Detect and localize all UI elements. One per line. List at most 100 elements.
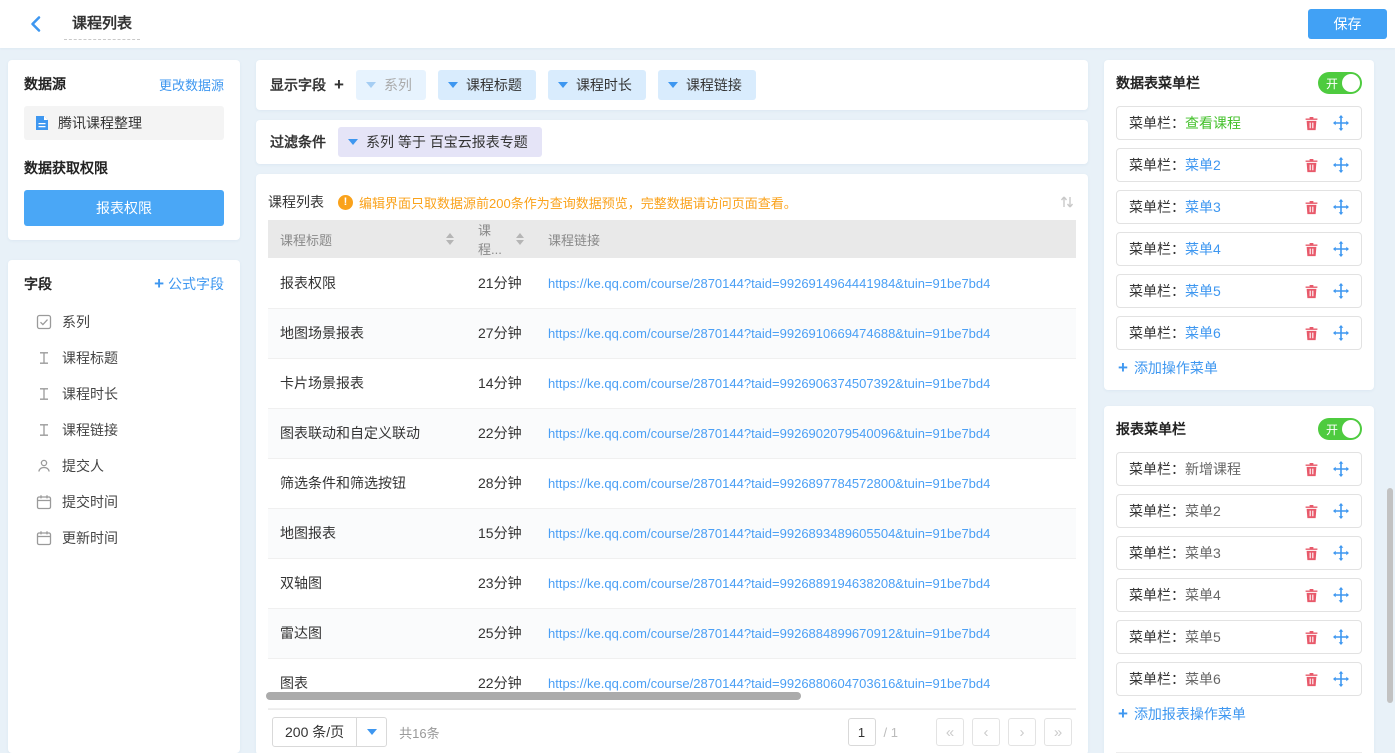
menu-item[interactable]: 菜单栏：菜单4 [1116,232,1362,266]
trash-icon[interactable] [1304,116,1319,131]
menu-item-value[interactable]: 菜单5 [1185,281,1221,301]
trash-icon[interactable] [1304,326,1319,341]
trash-icon[interactable] [1304,200,1319,215]
move-icon[interactable] [1333,503,1349,519]
move-icon[interactable] [1333,461,1349,477]
move-icon[interactable] [1333,545,1349,561]
sort-arrows-icon[interactable] [446,233,454,245]
menu-item-value[interactable]: 菜单6 [1185,323,1221,343]
menu-item-value[interactable]: 菜单6 [1185,669,1221,689]
course-link[interactable]: https://ke.qq.com/course/2870144?taid=99… [548,326,990,341]
move-icon[interactable] [1333,241,1349,257]
trash-icon[interactable] [1304,630,1319,645]
page-size-select[interactable]: 200 条/页 [272,717,387,747]
menu-item-value[interactable]: 查看课程 [1185,113,1241,133]
table-title: 课程列表 [268,192,324,212]
first-page-button[interactable]: « [936,718,964,746]
trash-icon[interactable] [1304,504,1319,519]
menu-item-value[interactable]: 菜单2 [1185,501,1221,521]
menu-item-value[interactable]: 菜单5 [1185,627,1221,647]
sort-tool-icon[interactable] [1058,193,1076,211]
prev-page-button[interactable]: ‹ [972,718,1000,746]
column-header-course-link[interactable]: 课程链接 [536,220,1076,258]
field-item-submit-time[interactable]: 提交时间 [24,484,224,520]
field-item-update-time[interactable]: 更新时间 [24,520,224,556]
datasource-item[interactable]: 腾讯课程整理 [24,106,224,140]
trash-icon[interactable] [1304,672,1319,687]
filter-chip[interactable]: 系列 等于 百宝云报表专题 [338,127,542,157]
menu-item-value[interactable]: 菜单4 [1185,239,1221,259]
course-link[interactable]: https://ke.qq.com/course/2870144?taid=99… [548,426,990,441]
display-chip-series[interactable]: 系列 [356,70,426,100]
trash-icon[interactable] [1304,158,1319,173]
trash-icon[interactable] [1304,242,1319,257]
field-item-course-title[interactable]: 课程标题 [24,340,224,376]
menu-item[interactable]: 菜单栏：菜单4 [1116,578,1362,612]
menu-item[interactable]: 菜单栏：新增课程 [1116,452,1362,486]
menu-item[interactable]: 菜单栏：菜单5 [1116,620,1362,654]
field-item-course-duration[interactable]: 课程时长 [24,376,224,412]
menu-item-value[interactable]: 菜单2 [1185,155,1221,175]
move-icon[interactable] [1333,325,1349,341]
menu-item[interactable]: 菜单栏：菜单3 [1116,536,1362,570]
add-report-menu-link[interactable]: + 添加报表操作菜单 [1118,704,1362,724]
change-datasource-link[interactable]: 更改数据源 [159,75,224,94]
field-item-submitter[interactable]: 提交人 [24,448,224,484]
move-icon[interactable] [1333,671,1349,687]
next-page-button[interactable]: › [1008,718,1036,746]
menu-item-value[interactable]: 菜单3 [1185,543,1221,563]
chevron-down-icon [558,82,568,88]
course-link[interactable]: https://ke.qq.com/course/2870144?taid=99… [548,526,990,541]
sort-arrows-icon[interactable] [516,233,524,245]
back-button[interactable] [22,10,50,38]
course-link[interactable]: https://ke.qq.com/course/2870144?taid=99… [548,476,990,491]
column-header-course-title[interactable]: 课程标题 [268,220,466,258]
trash-icon[interactable] [1304,462,1319,477]
add-data-menu-link[interactable]: + 添加操作菜单 [1118,358,1362,378]
menu-item[interactable]: 菜单栏：菜单6 [1116,662,1362,696]
move-icon[interactable] [1333,283,1349,299]
move-icon[interactable] [1333,199,1349,215]
menu-item[interactable]: 菜单栏：菜单2 [1116,494,1362,528]
add-formula-field-link[interactable]: + 公式字段 [158,274,224,294]
horizontal-scrollbar[interactable] [266,692,801,700]
menu-item[interactable]: 菜单栏：菜单6 [1116,316,1362,350]
menu-item-value[interactable]: 菜单3 [1185,197,1221,217]
trash-icon[interactable] [1304,588,1319,603]
page-number-input[interactable] [848,718,876,746]
report-permission-button[interactable]: 报表权限 [24,190,224,226]
course-link[interactable]: https://ke.qq.com/course/2870144?taid=99… [548,376,990,391]
move-icon[interactable] [1333,157,1349,173]
move-icon[interactable] [1333,587,1349,603]
save-button[interactable]: 保存 [1308,9,1387,39]
course-link[interactable]: https://ke.qq.com/course/2870144?taid=99… [548,626,990,641]
content-area: 数据源 更改数据源 腾讯课程整理 数据获取权限 报表权限 字段 + 公式字段 系… [0,48,1395,753]
vertical-scrollbar[interactable] [1387,488,1393,703]
column-header-course-duration[interactable]: 课程... [466,220,536,258]
report-menu-toggle[interactable]: 开 [1318,418,1362,440]
last-page-button[interactable]: » [1044,718,1072,746]
trash-icon[interactable] [1304,546,1319,561]
course-link[interactable]: https://ke.qq.com/course/2870144?taid=99… [548,676,990,691]
display-chip-course-duration[interactable]: 课程时长 [548,70,646,100]
move-icon[interactable] [1333,115,1349,131]
right-sidebar: 数据表菜单栏 开 菜单栏：查看课程 菜单栏：菜单2 [1104,60,1374,753]
table-row: 雷达图 25分钟 https://ke.qq.com/course/287014… [268,608,1076,658]
field-item-course-link[interactable]: 课程链接 [24,412,224,448]
move-icon[interactable] [1333,629,1349,645]
display-chip-course-link[interactable]: 课程链接 [658,70,756,100]
course-link[interactable]: https://ke.qq.com/course/2870144?taid=99… [548,276,990,291]
display-chip-course-title[interactable]: 课程标题 [438,70,536,100]
add-display-field-button[interactable]: + [334,75,344,95]
menu-item[interactable]: 菜单栏：查看课程 [1116,106,1362,140]
course-link[interactable]: https://ke.qq.com/course/2870144?taid=99… [548,576,990,591]
menu-item[interactable]: 菜单栏：菜单2 [1116,148,1362,182]
menu-item[interactable]: 菜单栏：菜单3 [1116,190,1362,224]
menu-item-value[interactable]: 新增课程 [1185,459,1241,479]
field-item-series[interactable]: 系列 [24,304,224,340]
menu-item-value[interactable]: 菜单4 [1185,585,1221,605]
main-area: 显示字段 + 系列 课程标题 课程时长 课程链接 过滤条件 [256,60,1088,753]
trash-icon[interactable] [1304,284,1319,299]
data-menu-toggle[interactable]: 开 [1318,72,1362,94]
menu-item[interactable]: 菜单栏：菜单5 [1116,274,1362,308]
